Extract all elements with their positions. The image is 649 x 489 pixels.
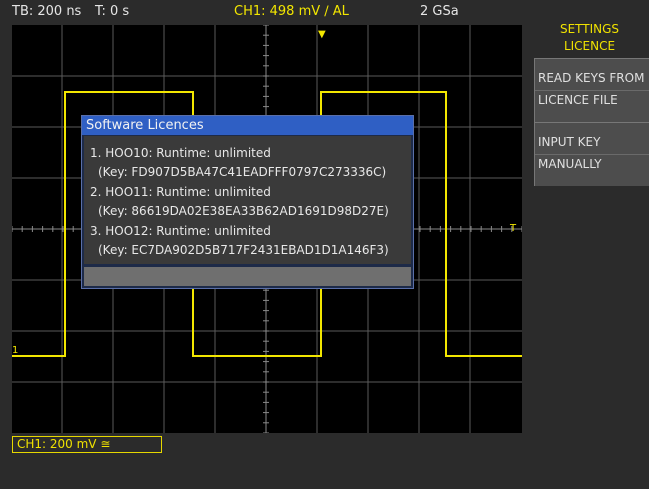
dialog-footer-bar [84, 267, 411, 286]
softkey-label-line2: LICENCE FILE [538, 93, 618, 107]
softkey-divider [535, 90, 649, 91]
softkey-label-line1: INPUT KEY [538, 135, 601, 149]
timebase-readout: TB: 200 ns [12, 4, 82, 19]
trigger-level-marker: T [510, 223, 517, 234]
menu-title-licence: LICENCE [563, 39, 616, 53]
channel-trigger-readout: CH1: 498 mV ∕ AL [234, 4, 349, 19]
licence-key: (Key: FD907D5BA47C41EADFFF0797C273336C) [98, 165, 387, 179]
licence-list: 1. HOO10: Runtime: unlimited (Key: FD907… [84, 136, 411, 264]
licence-item: 2. HOO11: Runtime: unlimited [90, 185, 271, 199]
licence-item: 3. HOO12: Runtime: unlimited [90, 224, 271, 238]
softkey-panel: SETTINGS LICENCE READ KEYS FROM LICENCE … [530, 18, 649, 489]
channel1-marker: 1 [12, 345, 19, 356]
trigger-time-readout: T: 0 s [95, 4, 130, 19]
softkey-divider [535, 154, 649, 155]
menu-title-settings: SETTINGS [559, 22, 620, 36]
licence-item: 1. HOO10: Runtime: unlimited [90, 146, 271, 160]
channel1-settings-box[interactable]: CH1: 200 mV ≅ [12, 436, 162, 453]
softkey-label-line1: READ KEYS FROM [538, 71, 645, 85]
softkey-label-line2: MANUALLY [538, 157, 602, 171]
dialog-title: Software Licences [82, 116, 413, 135]
trigger-position-marker: ▼ [318, 29, 326, 40]
software-licences-dialog: Software Licences 1. HOO10: Runtime: unl… [81, 115, 414, 289]
status-bar: TB: 200 ns T: 0 s CH1: 498 mV ∕ AL 2 GSa [0, 0, 530, 24]
licence-key: (Key: EC7DA902D5B717F2431EBAD1D1A146F3) [98, 243, 389, 257]
sample-rate-readout: 2 GSa [420, 4, 459, 19]
input-key-manually-button[interactable]: INPUT KEY MANUALLY [534, 122, 649, 186]
licence-key: (Key: 86619DA02E38EA33B62AD1691D98D27E) [98, 204, 389, 218]
read-keys-from-licence-file-button[interactable]: READ KEYS FROM LICENCE FILE [534, 58, 649, 122]
